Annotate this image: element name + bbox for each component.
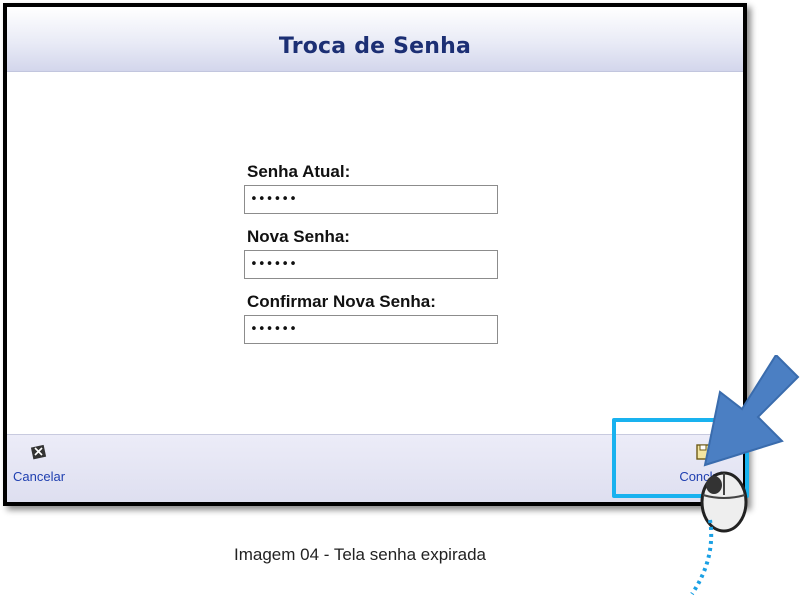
dialog-title: Troca de Senha	[278, 34, 472, 59]
cancel-label: Cancelar	[13, 469, 66, 484]
pointer-arrow-icon	[703, 355, 800, 467]
new-password-input[interactable]	[244, 250, 498, 279]
cancel-button[interactable]: Cancelar	[13, 443, 65, 484]
current-password-label: Senha Atual:	[247, 162, 351, 181]
confirm-password-label: Confirmar Nova Senha:	[247, 292, 436, 311]
dialog-header: Troca de Senha	[7, 7, 743, 72]
confirm-password-input[interactable]	[244, 315, 498, 344]
figure-caption: Imagem 04 - Tela senha expirada	[233, 545, 486, 564]
password-form: Senha Atual: Nova Senha: Confirmar Nova …	[244, 162, 504, 357]
cancel-icon	[30, 444, 47, 460]
current-password-input[interactable]	[244, 185, 498, 214]
new-password-label: Nova Senha:	[247, 227, 350, 246]
